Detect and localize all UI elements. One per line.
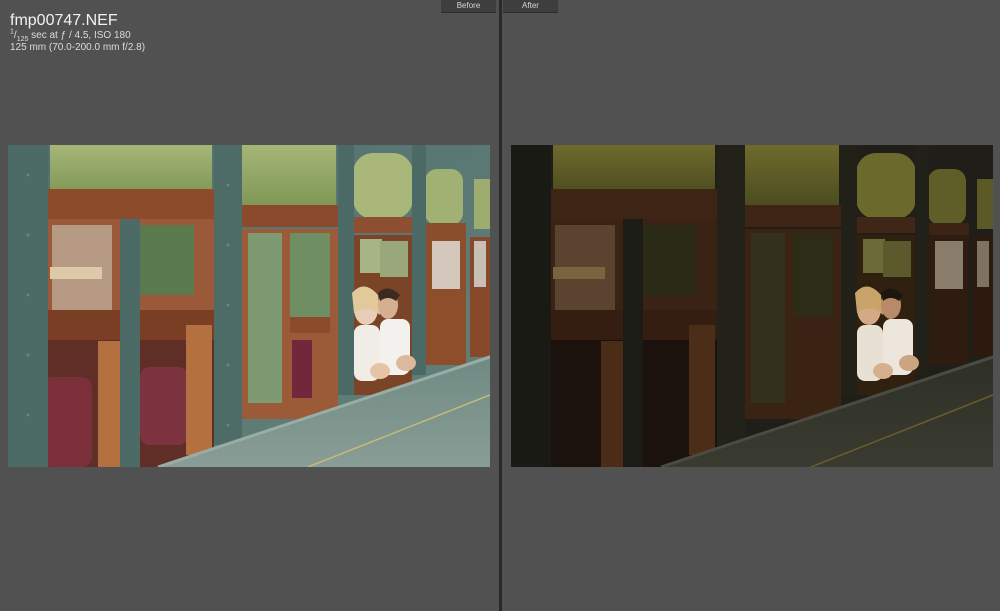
before-photo-image: [8, 145, 490, 467]
after-pane[interactable]: [502, 0, 1000, 611]
exposure-info: 1/125 sec at ƒ / 4.5, ISO 180: [10, 28, 131, 43]
after-photo[interactable]: [511, 145, 993, 467]
exposure-details: sec at ƒ / 4.5, ISO 180: [28, 30, 131, 41]
photo-filename: fmp00747.NEF: [10, 12, 118, 29]
compare-viewer: fmp00747.NEF 1/125 sec at ƒ / 4.5, ISO 1…: [0, 0, 1000, 611]
photo-info-overlay: fmp00747.NEF 1/125 sec at ƒ / 4.5, ISO 1…: [10, 11, 145, 54]
after-photo-image: [511, 145, 993, 467]
before-pane[interactable]: fmp00747.NEF 1/125 sec at ƒ / 4.5, ISO 1…: [0, 0, 499, 611]
tab-before[interactable]: Before: [441, 0, 496, 13]
before-photo[interactable]: [8, 145, 490, 467]
lens-info: 125 mm (70.0-200.0 mm f/2.8): [10, 42, 146, 53]
tab-after[interactable]: After: [503, 0, 558, 13]
shutter-numerator: 1: [10, 28, 14, 36]
